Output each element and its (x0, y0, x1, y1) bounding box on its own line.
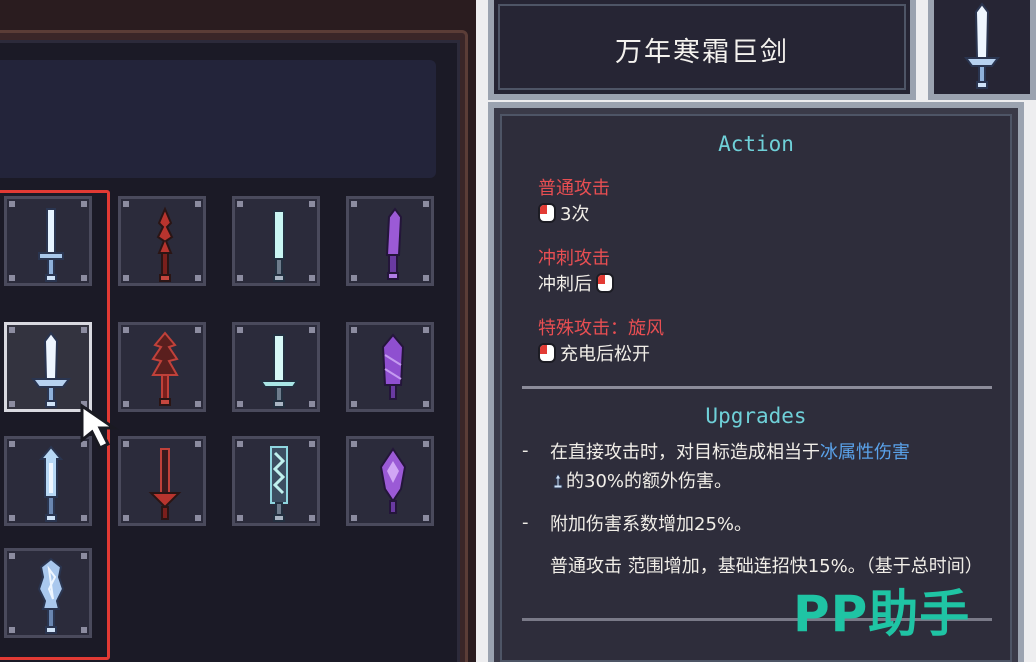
action-desc-special-attack: 充电后松开 (538, 340, 650, 366)
weapon-slot-red-arrow-sword[interactable] (118, 436, 206, 526)
action-desc-dash-attack: 冲刺后 (538, 270, 614, 296)
left-mouse-icon (538, 343, 556, 363)
purple-blade-icon (385, 207, 403, 280)
red-flame-sword-icon (151, 331, 179, 406)
weapon-slot-red-flame-sword[interactable] (118, 322, 206, 412)
weapon-slot-cyan-greatsword[interactable] (232, 322, 320, 412)
action-name-special-attack: 特殊攻击：旋风 (538, 318, 664, 339)
action-desc-text: 3次 (560, 204, 590, 225)
red-spike-sword-icon (156, 206, 174, 282)
weapon-slot-cyan-zigzag-sword[interactable] (232, 436, 320, 526)
ice-damage-link: 冰属性伤害 (820, 442, 910, 463)
red-arrow-sword-icon (148, 448, 182, 520)
upgrade-1-text-a: 在直接攻击时，对目标造成相当于 (550, 442, 820, 463)
item-name: 万年寒霜巨剑 (615, 37, 789, 68)
action-desc-normal-attack: 3次 (538, 200, 589, 226)
upgrades-section-title: Upgrades (705, 404, 807, 428)
section-divider (522, 386, 992, 389)
action-section-title: Action (718, 132, 794, 156)
upgrade-item-1: 在直接攻击时，对目标造成相当于冰属性伤害 的30%的额外伤害。 (550, 438, 990, 496)
weapon-slot-red-spike-sword[interactable] (118, 196, 206, 286)
cyan-greatsword-icon (259, 334, 299, 408)
purple-crystal-sword-icon (381, 333, 405, 400)
action-name-dash-attack: 冲刺攻击 (538, 248, 610, 269)
left-mouse-icon (596, 273, 614, 293)
cyan-zigzag-sword-icon (270, 446, 288, 522)
inventory-panel (0, 0, 476, 662)
upgrade-bullet: - (522, 512, 529, 533)
purple-gem-sword-icon (379, 447, 407, 514)
left-mouse-icon (538, 203, 556, 223)
ice-sword-icon (964, 2, 1000, 89)
weapon-slot-cyan-blade[interactable] (232, 196, 320, 286)
watermark-logo: PP助手 (793, 585, 971, 643)
upgrade-item-2: 附加伤害系数增加25%。 (550, 514, 753, 535)
inventory-header (0, 60, 436, 178)
upgrade-bullet: - (522, 440, 529, 461)
weapon-slot-purple-crystal-sword[interactable] (346, 322, 434, 412)
pointer-cursor-icon (80, 403, 119, 451)
weapon-slot-purple-gem-sword[interactable] (346, 436, 434, 526)
item-title-box: 万年寒霜巨剑 (488, 0, 916, 100)
frost-icon (553, 473, 563, 489)
upgrade-1-text-b: 的30%的额外伤害。 (566, 471, 733, 492)
action-desc-text: 冲刺后 (538, 274, 592, 295)
cyan-blade-icon (273, 210, 285, 282)
action-desc-text: 充电后松开 (560, 344, 650, 365)
item-icon-box (928, 0, 1036, 100)
action-name-normal-attack: 普通攻击 (538, 178, 610, 199)
weapon-slot-purple-blade[interactable] (346, 196, 434, 286)
